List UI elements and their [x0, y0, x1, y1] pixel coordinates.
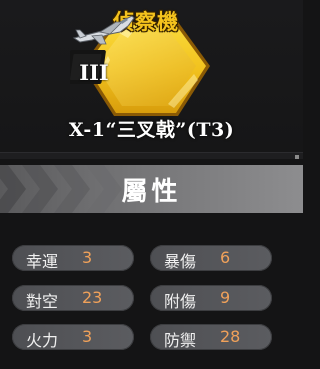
- attributes-title: 屬性: [121, 177, 182, 207]
- stat-value: 23: [82, 288, 103, 307]
- divider-dot: [295, 155, 299, 159]
- stat-value: 9: [220, 288, 231, 307]
- stat-label: 幸運: [26, 252, 59, 271]
- aircraft-icon: [72, 15, 135, 45]
- equipment-tier: III: [79, 60, 109, 85]
- stat-firepower: 火力 3: [12, 324, 134, 350]
- stat-value: 28: [220, 327, 241, 346]
- stat-value: 3: [82, 248, 93, 267]
- stat-label: 對空: [26, 292, 59, 311]
- stat-label: 暴傷: [164, 252, 197, 271]
- stat-label: 火力: [26, 331, 59, 350]
- divider: [0, 152, 303, 159]
- attributes-header: 屬性: [0, 165, 303, 213]
- stat-crit-damage: 暴傷 6: [150, 245, 272, 271]
- stat-value: 6: [220, 248, 231, 267]
- stat-label: 附傷: [164, 292, 197, 311]
- stat-anti-air: 對空 23: [12, 285, 134, 311]
- equipment-badge[interactable]: 偵察機 III: [70, 8, 222, 124]
- stat-luck: 幸運 3: [12, 245, 134, 271]
- stat-value: 3: [82, 327, 93, 346]
- stat-defense: 防禦 28: [150, 324, 272, 350]
- stat-extra-damage: 附傷 9: [150, 285, 272, 311]
- stat-label: 防禦: [164, 331, 197, 350]
- equipment-name: X-1“三叉戟”(T3): [68, 119, 235, 141]
